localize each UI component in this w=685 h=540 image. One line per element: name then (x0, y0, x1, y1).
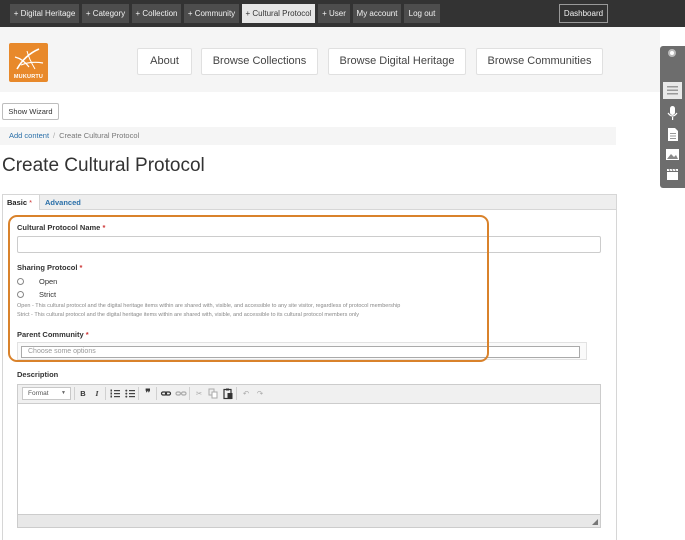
cut-icon[interactable]: ✂ (193, 387, 205, 400)
editor-status-bar (17, 514, 601, 528)
toolbar-separator (138, 387, 139, 400)
resize-handle-icon[interactable] (592, 519, 598, 525)
page-title: Create Cultural Protocol (2, 155, 205, 176)
nav-browse-digital-heritage[interactable]: Browse Digital Heritage (328, 48, 466, 75)
add-community-link[interactable]: + Community (184, 4, 239, 23)
toolbar-toggle-icon[interactable] (668, 49, 676, 57)
toolbar-separator (105, 387, 106, 400)
admin-toolbar: + Digital Heritage + Category + Collecti… (0, 0, 685, 27)
logout-link[interactable]: Log out (404, 4, 440, 23)
numbered-list-icon[interactable] (109, 387, 121, 400)
add-digital-heritage-link[interactable]: + Digital Heritage (10, 4, 79, 23)
logo-mark-icon (14, 48, 44, 70)
description-editor[interactable] (17, 404, 601, 514)
toolbar-separator (189, 387, 190, 400)
format-dropdown-label: Format (28, 390, 49, 397)
link-icon[interactable] (160, 387, 172, 400)
site-header: MUKURTU About Browse Collections Browse … (0, 27, 660, 92)
paste-icon[interactable] (222, 387, 234, 400)
list-view-icon[interactable] (663, 82, 682, 99)
tab-advanced[interactable]: Advanced (45, 195, 81, 210)
tab-basic-label: Basic (7, 198, 28, 207)
bullet-list-icon[interactable] (124, 387, 136, 400)
add-collection-link[interactable]: + Collection (132, 4, 181, 23)
add-cultural-protocol-link[interactable]: + Cultural Protocol (242, 4, 315, 23)
breadcrumb-add-content-link[interactable]: Add content (9, 131, 49, 140)
undo-icon[interactable]: ↶ (240, 387, 252, 400)
toolbar-separator (156, 387, 157, 400)
redo-icon[interactable]: ↷ (254, 387, 266, 400)
toolbar-separator (236, 387, 237, 400)
add-category-link[interactable]: + Category (82, 4, 129, 23)
format-dropdown[interactable]: Format ▼ (22, 387, 71, 400)
nav-about[interactable]: About (137, 48, 192, 75)
description-label: Description (17, 370, 59, 379)
dropdown-arrow-icon: ▼ (61, 390, 66, 396)
breadcrumb-current: Create Cultural Protocol (59, 131, 140, 140)
video-icon[interactable] (663, 166, 682, 183)
tab-basic[interactable]: Basic * (3, 195, 40, 210)
image-icon[interactable] (663, 146, 682, 163)
tab-basic-required-marker: * (29, 198, 33, 207)
audio-icon[interactable] (663, 104, 682, 121)
show-wizard-button[interactable]: Show Wizard (2, 103, 59, 120)
copy-icon[interactable] (207, 387, 219, 400)
italic-icon[interactable]: I (91, 387, 103, 400)
nav-browse-communities[interactable]: Browse Communities (476, 48, 603, 75)
toolbar-separator (74, 387, 75, 400)
nav-browse-collections[interactable]: Browse Collections (201, 48, 318, 75)
dashboard-button[interactable]: Dashboard (559, 4, 608, 23)
unlink-icon[interactable] (175, 387, 187, 400)
media-side-toolbar (660, 46, 685, 188)
bold-icon[interactable]: B (77, 387, 89, 400)
site-logo[interactable]: MUKURTU (9, 43, 48, 82)
logo-text: MUKURTU (13, 74, 44, 80)
highlight-annotation (8, 215, 489, 362)
breadcrumb: Add content / Create Cultural Protocol (0, 127, 616, 145)
my-account-link[interactable]: My account (353, 4, 401, 23)
document-icon[interactable] (663, 126, 682, 143)
form-tabs: Basic * Advanced (2, 194, 617, 210)
breadcrumb-separator: / (53, 131, 56, 140)
blockquote-icon[interactable]: ❞ (142, 387, 154, 400)
add-user-link[interactable]: + User (318, 4, 350, 23)
